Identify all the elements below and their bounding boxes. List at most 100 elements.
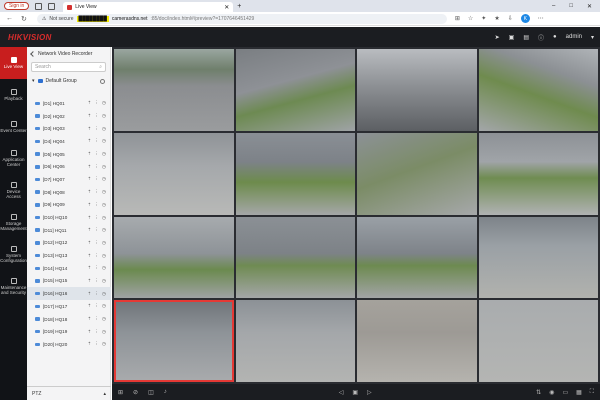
- favorites-icon[interactable]: ★: [494, 15, 499, 22]
- video-tile[interactable]: [478, 300, 598, 382]
- message-icon[interactable]: ▤: [523, 34, 529, 41]
- video-tile[interactable]: [235, 49, 355, 131]
- more-icon[interactable]: ⋮: [94, 316, 99, 322]
- record-icon[interactable]: ⇡: [88, 189, 92, 195]
- record-icon[interactable]: ⇡: [88, 329, 92, 335]
- chevron-down-icon[interactable]: ▾: [32, 78, 35, 84]
- channel-row[interactable]: [D2] HQ02 ⇡ ⋮ ◷: [27, 110, 111, 123]
- more-icon[interactable]: ⋮: [94, 202, 99, 208]
- video-tile[interactable]: [357, 132, 477, 215]
- channel-row[interactable]: [D10] HQ10 ⇡ ⋮ ◷: [27, 211, 111, 224]
- channel-row[interactable]: [D19] HQ19 ⇡ ⋮ ◷: [27, 325, 111, 338]
- nav-application-center[interactable]: Application Center: [0, 143, 27, 175]
- record-icon[interactable]: ⇡: [88, 100, 92, 106]
- play-icon[interactable]: ◷: [102, 100, 106, 106]
- play-icon[interactable]: ◷: [102, 126, 106, 132]
- more-icon[interactable]: ⋮: [94, 265, 99, 271]
- nav-storage-management[interactable]: Storage Management: [0, 207, 27, 239]
- tab-actions-icon[interactable]: [35, 2, 43, 10]
- group-row[interactable]: ▾ Default Group: [27, 76, 110, 86]
- previous-page-icon[interactable]: ◁: [339, 389, 344, 396]
- group-play-icon[interactable]: [100, 78, 105, 84]
- play-icon[interactable]: ◷: [102, 176, 106, 182]
- video-tile[interactable]: [235, 216, 355, 299]
- lock-icon[interactable]: ▣: [509, 34, 515, 41]
- downloads-icon[interactable]: ⇩: [508, 15, 513, 22]
- record-icon[interactable]: ⇡: [88, 215, 92, 221]
- record-icon[interactable]: ⇡: [88, 303, 92, 309]
- channel-row[interactable]: [D20] HQ20 ⇡ ⋮ ◷: [27, 338, 111, 351]
- more-icon[interactable]: ⋮: [94, 189, 99, 195]
- sign-in-button[interactable]: Sign in: [4, 2, 30, 10]
- user-icon[interactable]: ●: [553, 34, 557, 40]
- capture-icon[interactable]: ◫: [148, 389, 154, 396]
- back-icon[interactable]: ←: [6, 15, 13, 23]
- channel-row[interactable]: [D4] HQ04 ⇡ ⋮ ◷: [27, 135, 111, 148]
- more-icon[interactable]: ⋮: [94, 176, 99, 182]
- grid-icon[interactable]: ▦: [576, 389, 582, 396]
- more-icon[interactable]: ⋮: [94, 151, 99, 157]
- channel-row[interactable]: [D8] HQ08 ⇡ ⋮ ◷: [27, 186, 111, 199]
- page-icon[interactable]: ▣: [352, 389, 358, 396]
- video-tile[interactable]: [235, 300, 355, 382]
- nav-live-view[interactable]: Live View: [0, 47, 27, 79]
- more-icon[interactable]: ⋮: [94, 126, 99, 132]
- record-icon[interactable]: ⇡: [88, 291, 92, 297]
- search-input[interactable]: Search ⌕: [31, 62, 106, 72]
- maximize-icon[interactable]: □: [569, 3, 573, 10]
- video-tile[interactable]: [478, 132, 598, 215]
- play-icon[interactable]: ◷: [102, 278, 106, 284]
- more-icon[interactable]: ⋮: [94, 100, 99, 106]
- extension-puzzle-icon[interactable]: ✦: [481, 15, 486, 22]
- record-icon[interactable]: ⇡: [88, 126, 92, 132]
- channel-row[interactable]: [D1] HQ01 ⇡ ⋮ ◷: [27, 97, 111, 110]
- browser-tab[interactable]: Live View ✕: [63, 2, 234, 12]
- reload-icon[interactable]: ↻: [21, 15, 27, 23]
- new-tab-button[interactable]: +: [237, 3, 241, 10]
- play-icon[interactable]: ◷: [102, 329, 106, 335]
- record-icon[interactable]: ⇡: [88, 240, 92, 246]
- video-tile[interactable]: [114, 49, 234, 131]
- bookmark-icon[interactable]: ☆: [468, 15, 473, 22]
- chevron-down-icon[interactable]: ▾: [591, 34, 594, 41]
- record-icon[interactable]: ⇡: [88, 113, 92, 119]
- nav-event-center[interactable]: Event Center: [0, 111, 27, 143]
- more-icon[interactable]: ⋮: [94, 291, 99, 297]
- play-icon[interactable]: ◷: [102, 316, 106, 322]
- collapse-icon[interactable]: [30, 50, 36, 57]
- more-icon[interactable]: ⋮: [94, 341, 99, 347]
- video-tile[interactable]: [114, 132, 234, 215]
- record-icon[interactable]: ⇡: [88, 265, 92, 271]
- record-icon[interactable]: ⇡: [88, 151, 92, 157]
- channel-row[interactable]: [D5] HQ05 ⇡ ⋮ ◷: [27, 148, 111, 161]
- record-icon[interactable]: ◉: [549, 389, 554, 396]
- more-icon[interactable]: ⋮: [94, 227, 99, 233]
- play-icon[interactable]: ◷: [102, 265, 106, 271]
- more-icon[interactable]: ⋮: [94, 303, 99, 309]
- ptz-panel[interactable]: PTZ ▴: [27, 386, 111, 400]
- video-tile[interactable]: [357, 300, 477, 382]
- next-page-icon[interactable]: ▷: [367, 389, 372, 396]
- layout-icon[interactable]: ⇅: [536, 389, 541, 396]
- fullscreen-icon[interactable]: ⛶: [590, 389, 594, 396]
- chevron-up-icon[interactable]: ▴: [103, 391, 106, 397]
- profile-avatar[interactable]: K: [520, 14, 530, 23]
- record-icon[interactable]: ⇡: [88, 278, 92, 284]
- play-icon[interactable]: ◷: [102, 291, 106, 297]
- video-tile[interactable]: [357, 49, 477, 131]
- video-tile[interactable]: [114, 300, 234, 382]
- play-icon[interactable]: ◷: [102, 138, 106, 144]
- play-icon[interactable]: ◷: [102, 253, 106, 259]
- send-icon[interactable]: ➤: [495, 34, 500, 41]
- more-icon[interactable]: ⋮: [94, 278, 99, 284]
- url-field[interactable]: ⚠ Not secure ████████ camerasdns.net:85/d…: [36, 13, 447, 24]
- close-tab-icon[interactable]: ✕: [224, 4, 229, 11]
- nav-maintenance-and-security[interactable]: Maintenance and Security: [0, 271, 27, 303]
- menu-icon[interactable]: ⋯: [538, 15, 544, 22]
- channel-row[interactable]: [D15] HQ15 ⇡ ⋮ ◷: [27, 275, 111, 288]
- user-name[interactable]: admin: [566, 34, 582, 40]
- channel-row[interactable]: [D13] HQ13 ⇡ ⋮ ◷: [27, 249, 111, 262]
- record-icon[interactable]: ⇡: [88, 138, 92, 144]
- play-icon[interactable]: ◷: [102, 113, 106, 119]
- video-tile[interactable]: [478, 49, 598, 131]
